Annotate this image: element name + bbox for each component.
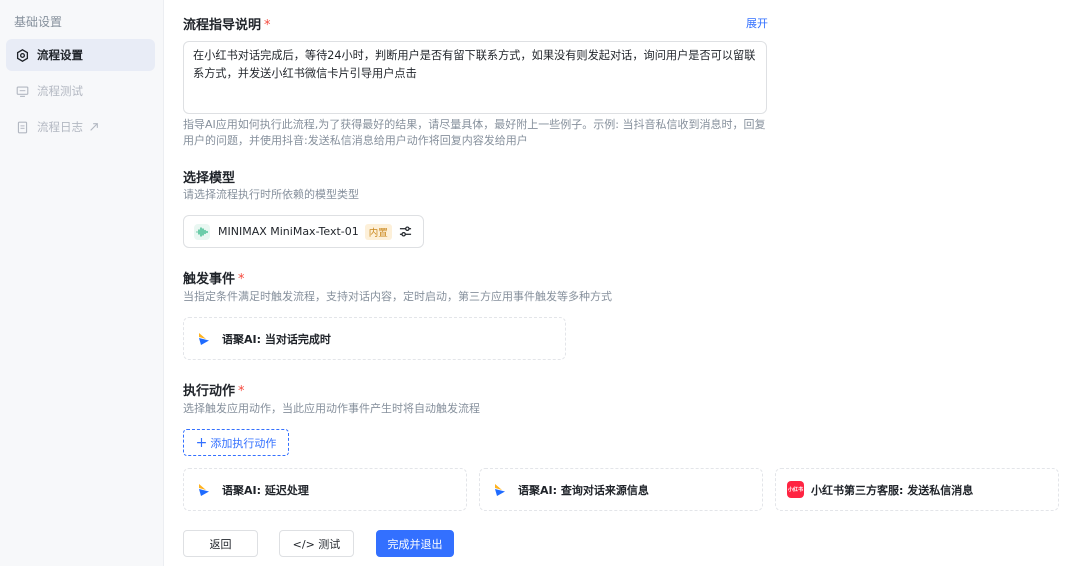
back-button[interactable]: 返回 [183, 530, 258, 557]
trigger-desc: 当指定条件满足时触发流程，支持对话内容，定时启动，第三方应用事件触发等多种方式 [183, 290, 612, 303]
sidebar: 基础设置 流程设置 流程测试 流程日志 [0, 0, 164, 566]
add-action-button[interactable]: + 添加执行动作 [183, 429, 289, 456]
model-title: 选择模型 [183, 171, 236, 186]
model-desc: 请选择流程执行时所依赖的模型类型 [183, 188, 359, 201]
sliders-icon[interactable] [399, 225, 412, 241]
trigger-card[interactable]: 语聚AI: 当对话完成时 [183, 317, 566, 360]
test-button[interactable]: </> 测试 [279, 530, 354, 557]
guide-help-text: 指导AI应用如何执行此流程,为了获得最好的结果，请尽量具体，最好附上一些例子。示… [183, 118, 766, 147]
yuju-ai-logo-icon [491, 481, 509, 499]
minimax-logo-icon [194, 223, 210, 240]
card-label: 语聚AI: 查询对话来源信息 [518, 483, 649, 497]
action-card-delay[interactable]: 语聚AI: 延迟处理 [183, 468, 467, 511]
document-icon [15, 120, 29, 134]
settings-hexagon-icon [15, 48, 29, 62]
card-label: 语聚AI: 当对话完成时 [222, 332, 331, 346]
action-card-send-message[interactable]: 小红书 小红书第三方客服: 发送私信消息 [775, 468, 1059, 511]
xiaohongshu-logo-icon: 小红书 [787, 481, 804, 498]
card-label: 语聚AI: 延迟处理 [222, 483, 309, 497]
sidebar-item-flow-settings[interactable]: 流程设置 [6, 39, 155, 71]
yuju-ai-logo-icon [195, 330, 213, 348]
action-card-source-info[interactable]: 语聚AI: 查询对话来源信息 [479, 468, 763, 511]
expand-link[interactable]: 展开 [746, 15, 768, 31]
sidebar-item-label: 流程测试 [37, 84, 83, 98]
yuju-ai-logo-icon [195, 481, 213, 499]
model-select[interactable]: MINIMAX MiniMax-Text-01 内置 [183, 215, 424, 248]
plus-icon: + [195, 434, 208, 451]
sidebar-heading: 基础设置 [14, 15, 63, 29]
sidebar-item-flow-test[interactable]: 流程测试 [6, 75, 155, 107]
card-label: 小红书第三方客服: 发送私信消息 [811, 483, 974, 497]
external-link-icon [89, 122, 99, 132]
monitor-icon [15, 84, 29, 98]
model-name: MINIMAX MiniMax-Text-01 [218, 225, 359, 238]
finish-exit-button[interactable]: 完成并退出 [376, 530, 454, 557]
sidebar-item-flow-log[interactable]: 流程日志 [6, 111, 155, 143]
guide-textarea[interactable]: 在小红书对话完成后，等待24小时，判断用户是否有留下联系方式，如果没有则发起对话… [183, 41, 767, 114]
required-mark: * [238, 272, 245, 287]
builtin-tag: 内置 [364, 223, 392, 240]
required-mark: * [264, 18, 271, 33]
sidebar-item-label: 流程设置 [37, 48, 83, 62]
guide-title: 流程指导说明 * [183, 18, 271, 33]
required-mark: * [238, 384, 245, 399]
sidebar-item-label: 流程日志 [37, 120, 83, 134]
actions-desc: 选择触发应用动作，当此应用动作事件产生时将自动触发流程 [183, 402, 480, 415]
actions-title: 执行动作 * [183, 384, 245, 399]
trigger-title: 触发事件 * [183, 272, 245, 287]
